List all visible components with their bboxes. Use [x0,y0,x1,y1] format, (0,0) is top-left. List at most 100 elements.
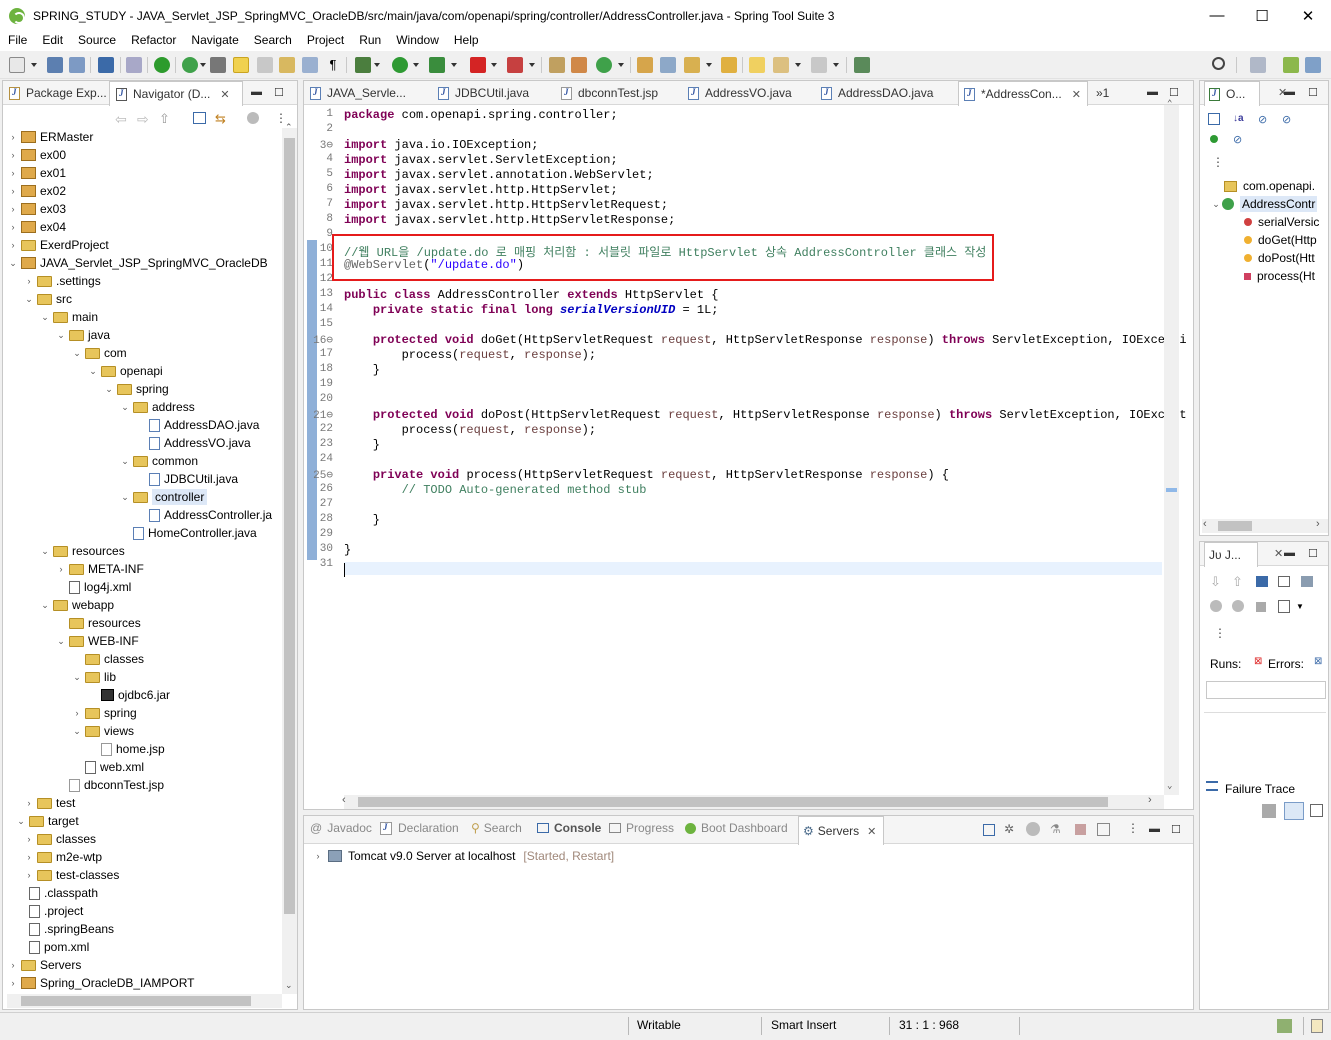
history-dropdown-icon[interactable]: ▼ [1296,602,1304,611]
close-icon[interactable]: ✕ [1274,547,1283,560]
rerun-failed-icon[interactable] [1232,600,1244,612]
back-arrow-icon[interactable]: ⇦ [115,111,127,128]
menu-navigate[interactable]: Navigate [183,31,245,51]
compare-result-icon[interactable] [1310,804,1323,817]
back-icon[interactable] [773,57,789,73]
tree-item[interactable]: ⌄ src [7,290,283,308]
close-icon[interactable]: ✕ [867,825,876,838]
collapse-arrow-icon[interactable]: ⌄ [39,312,51,323]
tab-javadoc[interactable]: @ Javadoc [310,816,376,840]
tree-item[interactable]: › ex03 [7,200,283,218]
expand-arrow-icon[interactable]: › [7,240,19,250]
tree-item[interactable]: .springBeans [7,920,283,938]
tree-item[interactable]: › test-classes [7,866,283,884]
close-icon[interactable]: ✕ [220,88,229,101]
minimize-view-icon[interactable]: ▬ [251,86,262,98]
stop-test-icon[interactable] [1256,602,1266,612]
expand-arrow-icon[interactable]: › [7,168,19,178]
expand-arrow-icon[interactable]: › [7,978,19,988]
tree-item[interactable]: › m2e-wtp [7,848,283,866]
menu-help[interactable]: Help [446,31,486,51]
pilcrow-icon[interactable]: ¶ [325,57,341,73]
expand-arrow-icon[interactable]: › [7,150,19,160]
tree-item[interactable]: › Servers [7,956,283,974]
prev-annotation-icon[interactable] [749,57,765,73]
tab-java-servlet[interactable]: JAVA_Servle... [310,81,430,105]
collapse-all-icon[interactable] [983,824,995,836]
maximize-view-icon[interactable]: ☐ [1169,86,1179,99]
tree-item[interactable]: ⌄ JAVA_Servlet_JSP_SpringMVC_OracleDB [7,254,283,272]
expand-arrow-icon[interactable]: › [71,708,83,718]
scroll-down-icon[interactable]: ⌄ [285,980,293,991]
tree-item[interactable]: home.jsp [7,740,283,758]
collapse-arrow-icon[interactable]: ⌄ [23,294,35,305]
search-global-icon[interactable] [1212,57,1225,70]
hide-nonpublic-icon[interactable] [1210,135,1218,143]
close-button[interactable]: ✕ [1285,0,1331,31]
collapse-arrow-icon[interactable]: ⌄ [71,672,83,683]
tree-vscroll-thumb[interactable] [284,138,295,914]
collapse-arrow-icon[interactable]: ⌄ [119,402,131,413]
minimize-view-icon[interactable]: ▬ [1284,547,1295,559]
tree-item[interactable]: ⌄ views [7,722,283,740]
maximize-view-icon[interactable]: ☐ [274,86,284,99]
tree-item[interactable]: › ex01 [7,164,283,182]
minimize-button[interactable]: — [1194,0,1240,31]
terminate-icon[interactable] [507,57,523,73]
next-failure-icon[interactable]: ⇩ [1210,574,1221,590]
open-perspective-icon[interactable] [1250,57,1266,73]
scroll-left-icon[interactable]: ‹ [1203,518,1207,530]
tab-dbconntest[interactable]: dbconnTest.jsp [561,81,686,105]
tree-item[interactable]: JDBCUtil.java [7,470,283,488]
expand-icon[interactable]: › [312,851,324,861]
tree-item[interactable]: ⌄ lib [7,668,283,686]
outline-hscroll-thumb[interactable] [1218,521,1252,531]
editor-vscrollbar[interactable]: ⌃ ⌄ [1164,99,1179,795]
collapse-arrow-icon[interactable]: ⌄ [55,330,67,341]
maximize-button[interactable]: ☐ [1239,0,1285,31]
debug-icon[interactable] [355,57,371,73]
refresh-icon[interactable] [182,57,198,73]
tab-addressvo[interactable]: AddressVO.java [688,81,816,105]
tab-servers[interactable]: ⚙ Servers ✕ [798,816,884,845]
search-icon[interactable] [684,57,700,73]
minimize-view-icon[interactable]: ▬ [1284,86,1295,98]
spring-boot-icon[interactable] [154,57,170,73]
collapse-arrow-icon[interactable]: ⌄ [1210,199,1222,210]
tree-item[interactable]: ⌄ main [7,308,283,326]
view-menu-icon[interactable]: ⋮ [1212,155,1224,169]
expand-arrow-icon[interactable]: › [23,276,35,286]
notifications-icon[interactable] [1311,1019,1323,1033]
scroll-up-icon[interactable]: ⌃ [285,122,293,133]
tree-item[interactable]: dbconnTest.jsp [7,776,283,794]
expand-arrow-icon[interactable]: › [23,852,35,862]
tree-item[interactable]: › ex00 [7,146,283,164]
tab-boot-dashboard[interactable]: Boot Dashboard [685,816,797,840]
expand-arrow-icon[interactable]: › [7,960,19,970]
collapse-all-icon[interactable] [193,112,206,124]
collapse-arrow-icon[interactable]: ⌄ [87,366,99,377]
code-editor[interactable]: 1 2 3⊖ 4 5 6 7 8 9 10 11 12 13 14 15 16⊖ 17 18 19 20 21⊖ 22 23… [304,99,1193,805]
tree-item[interactable]: ⌄ openapi [7,362,283,380]
new-java-package-icon[interactable] [549,57,565,73]
tab-jdbcutil[interactable]: JDBCUtil.java [438,81,558,105]
updates-icon[interactable] [1277,1019,1292,1033]
menu-edit[interactable]: Edit [34,31,70,51]
save-icon[interactable] [47,57,63,73]
tree-item[interactable]: › test [7,794,283,812]
tree-item[interactable]: › spring [7,704,283,722]
hide-local-types-icon[interactable]: ⊘ [1233,133,1242,146]
publish-icon[interactable] [1097,823,1110,836]
forward-icon[interactable] [811,57,827,73]
tree-hscrollbar[interactable] [7,994,282,1008]
expand-arrow-icon[interactable]: › [7,222,19,232]
outline-item[interactable]: process(Ht [1204,267,1330,285]
minimize-view-icon[interactable]: ▬ [1149,823,1160,835]
new-spring-icon[interactable] [596,57,612,73]
prev-failure-icon[interactable]: ⇧ [1232,574,1243,590]
tab-junit[interactable]: Jᴜ J... [1204,542,1258,567]
start-server-icon[interactable] [1026,822,1040,836]
collapse-arrow-icon[interactable]: ⌄ [119,456,131,467]
tab-console[interactable]: Console [537,816,603,840]
tree-item[interactable]: › ex02 [7,182,283,200]
